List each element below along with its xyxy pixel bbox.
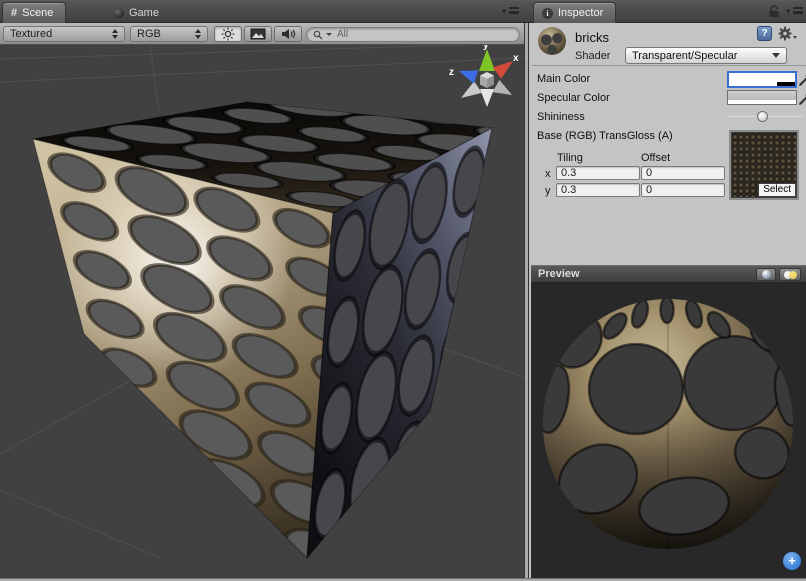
panel-divider[interactable] (524, 23, 531, 578)
chevron-down-icon (772, 53, 780, 58)
inspector-panel-menu-icon[interactable]: ▾ (786, 6, 803, 17)
tiling-x-input[interactable] (557, 167, 639, 179)
lighting-toggle-button[interactable] (214, 26, 242, 42)
info-icon: i (542, 8, 553, 19)
search-filter-caret-icon[interactable] (326, 33, 332, 36)
base-map-label: Base (RGB) TransGloss (A) (537, 130, 673, 142)
tiling-header: Tiling (557, 152, 583, 164)
main-color-swatch[interactable] (727, 71, 797, 88)
specular-color-swatch[interactable] (727, 90, 797, 105)
preview-title: Preview (538, 268, 580, 280)
tiling-x-field[interactable] (556, 166, 640, 180)
tab-inspector[interactable]: i Inspector (533, 2, 616, 23)
offset-x-input[interactable] (642, 167, 724, 179)
color-mode-label: RGB (137, 28, 187, 40)
eyedropper-icon[interactable] (798, 90, 806, 106)
shininess-thumb[interactable] (757, 111, 768, 122)
light-yellow-icon (789, 271, 797, 279)
scene-search[interactable] (306, 27, 520, 42)
tab-scene-label: Scene (22, 7, 53, 19)
render-mode-dropdown[interactable]: Textured (3, 26, 125, 42)
audio-toggle-button[interactable] (274, 26, 302, 42)
material-preview[interactable]: + (531, 283, 806, 578)
textured-cube[interactable] (33, 85, 524, 578)
color-mode-dropdown[interactable]: RGB (130, 26, 208, 42)
tiling-y-field[interactable] (556, 183, 640, 197)
select-texture-button[interactable]: Select (758, 183, 796, 197)
dropdown-stepper-icon (112, 29, 118, 39)
alpha-bar (729, 82, 795, 86)
shininess-label: Shininess (537, 111, 585, 123)
offset-header: Offset (641, 152, 670, 164)
tab-bar: # Scene Game ▾ i Inspector ▾ (0, 1, 806, 23)
base-texture-thumbnail[interactable]: Select (729, 130, 799, 200)
shader-dropdown[interactable]: Transparent/Specular (625, 47, 787, 64)
orientation-gizmo[interactable]: y x z (449, 45, 519, 107)
preview-header[interactable]: Preview (531, 265, 806, 283)
gizmo-z-cone[interactable] (459, 70, 478, 83)
specular-color-label: Specular Color (537, 92, 610, 104)
render-mode-label: Textured (10, 28, 104, 40)
scene-3d-view: y x z (0, 45, 524, 578)
offset-y-input[interactable] (642, 184, 724, 196)
uv-y-axis-label: y (545, 185, 551, 197)
tab-game[interactable]: Game (106, 2, 171, 23)
preview-sphere (531, 283, 806, 578)
scene-viewport[interactable]: y x z (0, 45, 524, 578)
offset-x-field[interactable] (641, 166, 725, 180)
unity-window: # Scene Game ▾ i Inspector ▾ Textured RG… (0, 0, 806, 581)
gizmo-x-cone[interactable] (493, 61, 513, 79)
help-icon[interactable]: ? (757, 26, 772, 41)
gizmo-z-label: z (449, 67, 454, 78)
search-input[interactable] (335, 28, 513, 41)
offset-y-field[interactable] (641, 183, 725, 197)
gear-icon[interactable] (778, 26, 798, 41)
gizmo-y-label: y (483, 45, 489, 51)
material-thumbnail (538, 27, 566, 55)
tab-scene[interactable]: # Scene (2, 2, 66, 23)
tab-game-label: Game (129, 7, 159, 19)
add-preview-icon[interactable]: + (783, 552, 801, 570)
material-name: bricks (575, 30, 609, 45)
uv-x-axis-label: x (545, 168, 551, 180)
shader-label: Shader (575, 50, 610, 62)
scene-grid-icon: # (11, 7, 17, 19)
sun-icon (221, 27, 235, 41)
preview-sphere-button[interactable] (756, 268, 776, 281)
scene-panel-menu-icon[interactable]: ▾ (502, 6, 519, 17)
shininess-slider[interactable] (727, 110, 803, 123)
tiling-y-input[interactable] (557, 184, 639, 196)
image-icon (250, 28, 266, 40)
search-icon (313, 30, 323, 40)
tab-inspector-label: Inspector (558, 7, 603, 19)
inspector-panel: bricks Shader Transparent/Specular ? (531, 23, 806, 265)
shader-value: Transparent/Specular (632, 50, 737, 62)
dropdown-stepper-icon (195, 29, 201, 39)
preview-lighting-button[interactable] (779, 268, 801, 281)
lock-icon[interactable] (768, 5, 780, 18)
skybox-toggle-button[interactable] (244, 26, 272, 42)
game-icon (114, 8, 124, 18)
main-color-label: Main Color (537, 73, 590, 85)
gizmo-x-label: x (513, 53, 519, 64)
sphere-icon (762, 270, 771, 279)
scene-toolbar: Textured RGB (0, 23, 524, 45)
speaker-icon (281, 28, 296, 40)
eyedropper-icon[interactable] (798, 71, 806, 87)
